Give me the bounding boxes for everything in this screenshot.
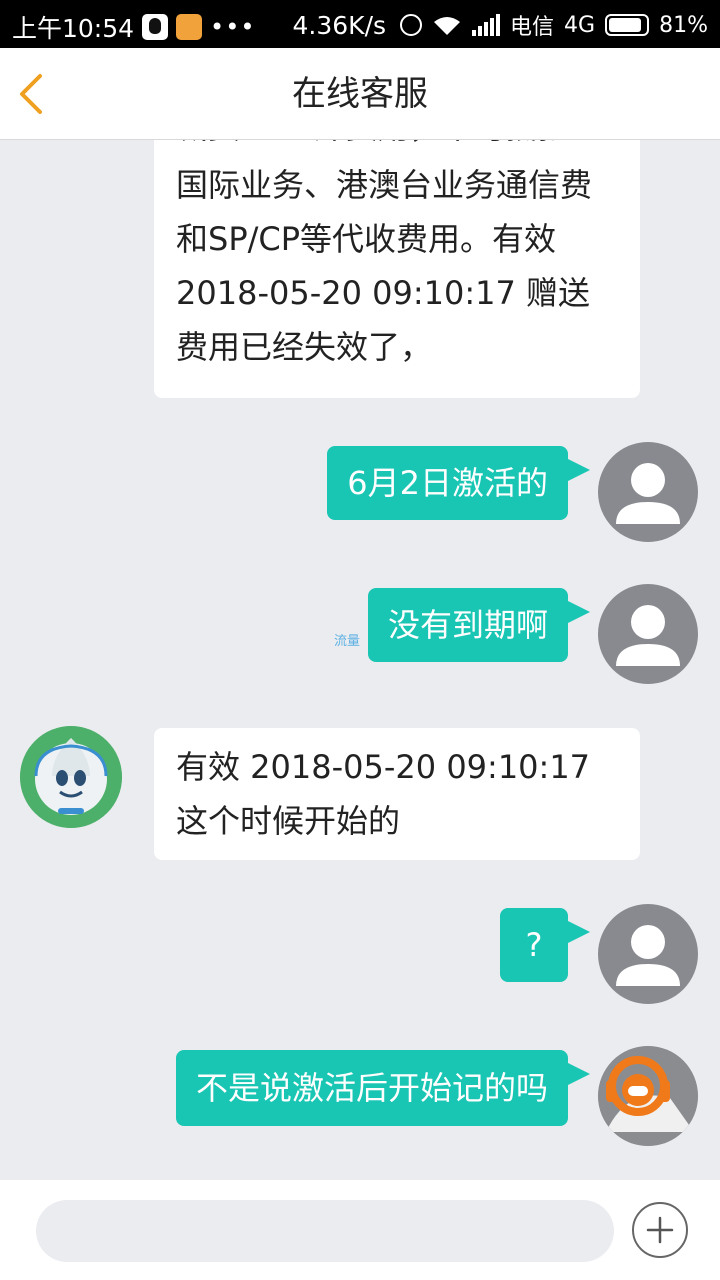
message-text: 6月2日激活的 [347,464,548,502]
message-text: 不是说激活后开始记的吗 [195,1069,548,1107]
outgoing-message: 6月2日激活的 [327,446,590,520]
watermark: 流量 [334,634,361,649]
cat-app-icon [176,14,203,40]
user-avatar-icon[interactable] [598,442,698,542]
plus-icon [646,1216,674,1244]
incoming-message: 有效 2018-05-20 09:10:17 这个时候开始的 [154,728,640,860]
message-text: 有效 2018-05-20 09:10:17 这个时候开始的 [176,748,591,840]
battery-percent: 81% [659,12,708,38]
headset-agent-avatar-icon[interactable] [598,1046,698,1146]
page-title: 在线客服 [292,74,428,114]
message-text: ? [525,926,543,964]
message-text: 没有到期啊 [387,606,548,644]
chat-message-list[interactable]: 减费、CP外费用，不可抵扣 国际业务、港澳台业务通信费和SP/CP等代收费用。有… [0,140,720,1180]
status-bar: 上午10:54 ••• 4.36K/s 电信 4G 81% [0,0,720,48]
message-text: 国际业务、港澳台业务通信费和SP/CP等代收费用。有效 2018-05-20 0… [176,166,593,366]
more-notifications-icon: ••• [210,13,256,41]
message-input[interactable] [36,1200,614,1262]
input-bar [0,1180,720,1280]
network-speed: 4.36K/s [292,10,387,40]
carrier-label: 电信 [510,15,555,40]
robot-agent-avatar-icon[interactable] [20,726,122,828]
wifi-icon [434,17,461,35]
signal-icon [472,14,501,36]
add-button[interactable] [632,1202,688,1258]
status-time: 上午10:54 [12,14,135,43]
header: 在线客服 [0,48,720,140]
outgoing-message: ? [500,908,590,982]
outgoing-message: 没有到期啊 [367,588,590,662]
outgoing-message: 不是说激活后开始记的吗 [175,1050,590,1126]
user-avatar-icon[interactable] [598,584,698,684]
qq-icon [142,14,169,40]
battery-icon [605,14,650,36]
incoming-message: 减费、CP外费用，不可抵扣 国际业务、港澳台业务通信费和SP/CP等代收费用。有… [154,140,640,398]
network-type: 4G [564,12,596,38]
message-partial-line: 减费、CP外费用，不可抵扣 [176,140,618,154]
user-avatar-icon[interactable] [598,904,698,1004]
alarm-icon [400,14,423,36]
